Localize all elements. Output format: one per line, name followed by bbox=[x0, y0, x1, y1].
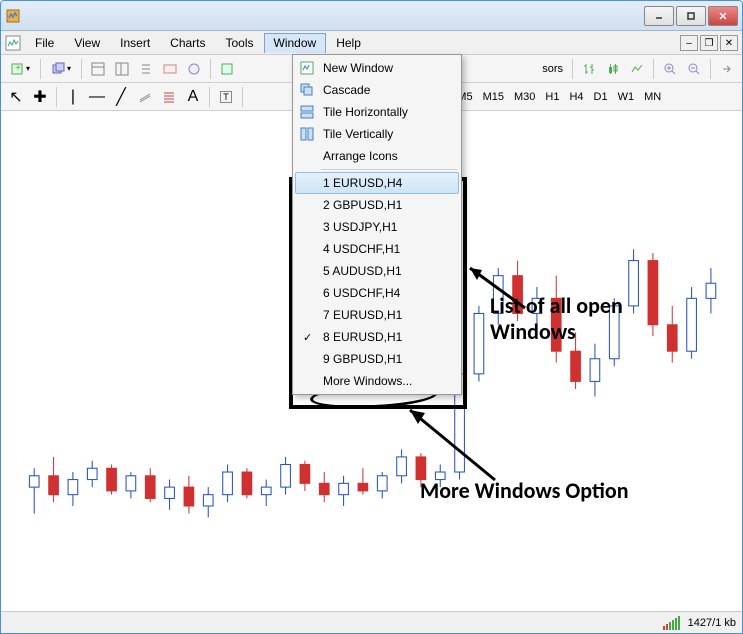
vertical-line-button[interactable]: | bbox=[62, 86, 84, 108]
new-chart-button[interactable]: +▾ bbox=[5, 58, 35, 80]
menu-item-tile-vertically[interactable]: Tile Vertically bbox=[295, 123, 459, 145]
strategy-tester-button[interactable] bbox=[183, 58, 205, 80]
candle-chart-button[interactable] bbox=[602, 58, 624, 80]
window-item-5[interactable]: 5 AUDUSD,H1 bbox=[295, 260, 459, 282]
zoom-out-button[interactable] bbox=[683, 58, 705, 80]
maximize-button[interactable] bbox=[676, 6, 706, 26]
tilev-icon bbox=[299, 126, 315, 142]
data-window-button[interactable] bbox=[111, 58, 133, 80]
mdi-restore-button[interactable]: ❐ bbox=[700, 35, 718, 51]
app-icon bbox=[5, 8, 21, 24]
window-item-6[interactable]: 6 USDCHF,H4 bbox=[295, 282, 459, 304]
timeframe-d1-button[interactable]: D1 bbox=[590, 91, 612, 103]
window-item-3[interactable]: 3 USDJPY,H1 bbox=[295, 216, 459, 238]
menu-tools[interactable]: Tools bbox=[216, 33, 264, 53]
cascade-icon bbox=[299, 82, 315, 98]
menu-item-more-windows[interactable]: More Windows... bbox=[295, 370, 459, 392]
menu-item-new-window[interactable]: New Window bbox=[295, 57, 459, 79]
market-watch-button[interactable] bbox=[87, 58, 109, 80]
traffic-label: 1427/1 kb bbox=[688, 617, 736, 629]
title-bar[interactable] bbox=[1, 1, 742, 31]
mdi-close-button[interactable]: ✕ bbox=[720, 35, 738, 51]
menu-insert[interactable]: Insert bbox=[110, 33, 160, 53]
timeframe-m15-button[interactable]: M15 bbox=[479, 91, 508, 103]
horizontal-line-button[interactable]: — bbox=[86, 86, 108, 108]
text-label-button[interactable]: T bbox=[215, 86, 237, 108]
text-button[interactable]: A bbox=[182, 86, 204, 108]
terminal-button[interactable] bbox=[159, 58, 181, 80]
minimize-button[interactable] bbox=[644, 6, 674, 26]
menu-help[interactable]: Help bbox=[326, 33, 371, 53]
menu-item-tile-horizontally[interactable]: Tile Horizontally bbox=[295, 101, 459, 123]
menu-item-arrange-icons[interactable]: Arrange Icons bbox=[295, 145, 459, 167]
menu-window[interactable]: Window bbox=[264, 33, 327, 53]
connection-indicator bbox=[663, 616, 680, 630]
timeframe-m30-button[interactable]: M30 bbox=[510, 91, 539, 103]
menu-item-cascade[interactable]: Cascade bbox=[295, 79, 459, 101]
check-icon: ✓ bbox=[303, 331, 312, 344]
window-item-2[interactable]: 2 GBPUSD,H1 bbox=[295, 194, 459, 216]
mdi-minimize-button[interactable]: ‒ bbox=[680, 35, 698, 51]
chart-window-icon bbox=[5, 35, 21, 51]
channel-button[interactable] bbox=[134, 86, 156, 108]
window-item-7[interactable]: 7 EURUSD,H1 bbox=[295, 304, 459, 326]
auto-scroll-button[interactable] bbox=[716, 58, 738, 80]
window-item-4[interactable]: 4 USDCHF,H1 bbox=[295, 238, 459, 260]
profiles-button[interactable]: ▾ bbox=[46, 58, 76, 80]
cursor-button[interactable]: ↖ bbox=[5, 86, 27, 108]
timeframe-mn-button[interactable]: MN bbox=[640, 91, 665, 103]
new-icon bbox=[299, 60, 315, 76]
menu-bar: FileViewInsertChartsToolsWindowHelp bbox=[1, 31, 742, 55]
trendline-button[interactable]: ╱ bbox=[110, 86, 132, 108]
zoom-in-button[interactable] bbox=[659, 58, 681, 80]
window-menu-dropdown: New WindowCascadeTile HorizontallyTile V… bbox=[292, 54, 462, 395]
line-chart-button[interactable] bbox=[626, 58, 648, 80]
timeframe-h4-button[interactable]: H4 bbox=[565, 91, 587, 103]
expert-advisors-button[interactable]: sors bbox=[538, 63, 567, 75]
window-item-8[interactable]: ✓8 EURUSD,H1 bbox=[295, 326, 459, 348]
new-order-button[interactable] bbox=[216, 58, 238, 80]
window-item-9[interactable]: 9 GBPUSD,H1 bbox=[295, 348, 459, 370]
timeframe-h1-button[interactable]: H1 bbox=[541, 91, 563, 103]
navigator-button[interactable] bbox=[135, 58, 157, 80]
close-button[interactable] bbox=[708, 6, 738, 26]
menu-charts[interactable]: Charts bbox=[160, 33, 215, 53]
window-item-1[interactable]: 1 EURUSD,H4 bbox=[295, 172, 459, 194]
timeframe-w1-button[interactable]: W1 bbox=[614, 91, 639, 103]
svg-text:+: + bbox=[15, 63, 21, 74]
tileh-icon bbox=[299, 104, 315, 120]
fibonacci-button[interactable] bbox=[158, 86, 180, 108]
menu-file[interactable]: File bbox=[25, 33, 64, 53]
bar-chart-button[interactable] bbox=[578, 58, 600, 80]
menu-view[interactable]: View bbox=[64, 33, 110, 53]
crosshair-button[interactable]: ✚ bbox=[29, 86, 51, 108]
status-bar: 1427/1 kb bbox=[1, 611, 742, 633]
